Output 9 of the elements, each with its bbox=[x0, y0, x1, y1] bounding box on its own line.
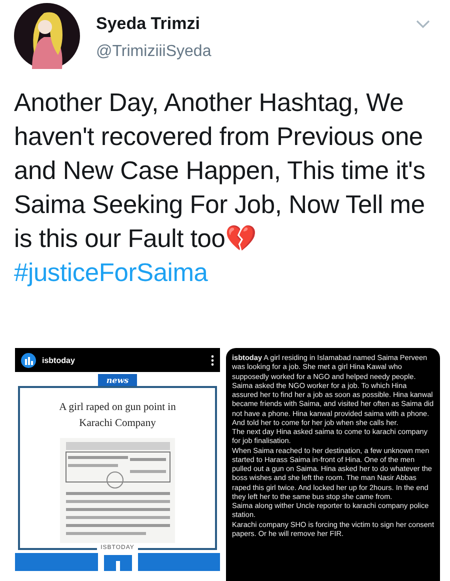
tweet-text: Another Day, Another Hashtag, We haven't recovered from Previous one and New Case Happen, This time it's Saima Seeking For Job, Now Tell me is this our Fault too💔 bbox=[14, 88, 426, 255]
account-name[interactable]: isbtoday bbox=[42, 356, 205, 364]
more-icon[interactable] bbox=[211, 354, 214, 366]
author-handle[interactable]: @TrimiziiiSyeda bbox=[96, 43, 416, 61]
avatar[interactable] bbox=[14, 3, 80, 69]
author-name[interactable]: Syeda Trimzi bbox=[96, 14, 416, 34]
logo-icon bbox=[21, 352, 36, 368]
news-label: news bbox=[98, 374, 137, 386]
headline: A girl raped on gun point in Karachi Company bbox=[58, 401, 177, 431]
